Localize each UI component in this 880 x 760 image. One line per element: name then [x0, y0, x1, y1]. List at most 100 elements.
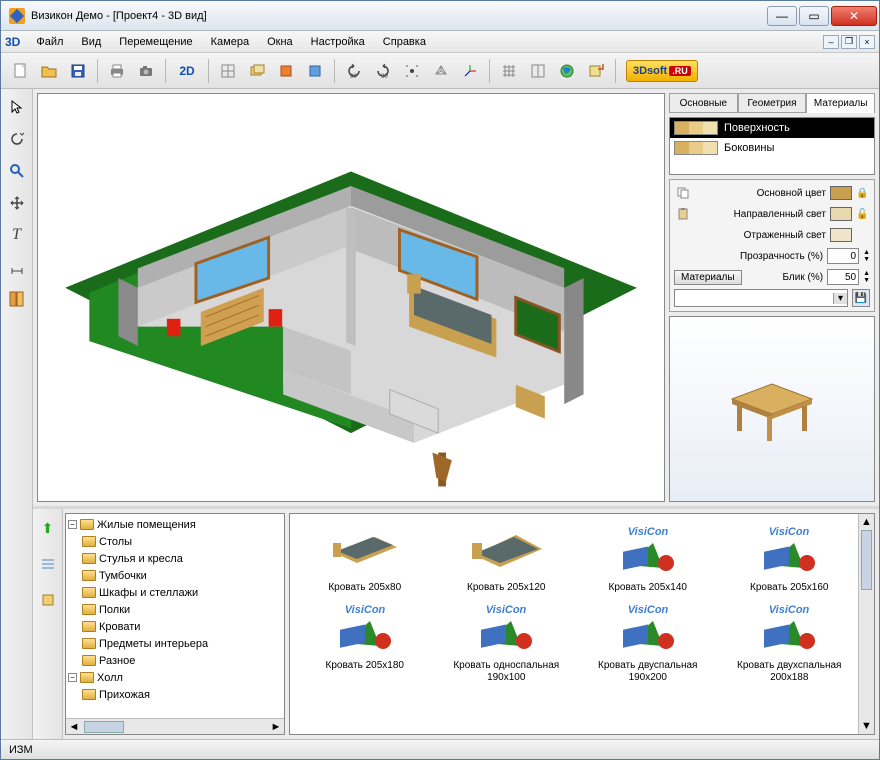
gloss-label: Блик (%) — [746, 272, 824, 283]
tree-node-hall[interactable]: −Холл — [68, 669, 282, 686]
library-item[interactable]: VisiCon Кровать двуспальная 190x200 — [581, 598, 715, 684]
collapse-icon[interactable]: − — [68, 673, 77, 682]
folder-icon — [82, 689, 96, 700]
tree-node-tables[interactable]: Столы — [68, 533, 282, 550]
measure-tool[interactable] — [5, 255, 29, 279]
materials-button[interactable]: Материалы — [674, 270, 742, 285]
mdi-minimize-button[interactable]: – — [823, 35, 839, 49]
spinner-buttons[interactable]: ▲▼ — [863, 270, 870, 284]
library-item[interactable]: VisiCon Кровать 205x160 — [723, 520, 857, 594]
menu-camera[interactable]: Камера — [203, 34, 257, 50]
svg-text:VisiCon: VisiCon — [486, 604, 527, 616]
lib-add-button[interactable] — [35, 587, 61, 613]
lock-icon[interactable]: 🔒 — [856, 188, 870, 199]
main-color-swatch[interactable] — [830, 186, 852, 200]
menu-windows[interactable]: Окна — [259, 34, 301, 50]
mdi-close-button[interactable]: × — [859, 35, 875, 49]
wireframe-button[interactable] — [428, 58, 454, 84]
grid-toggle-button[interactable] — [496, 58, 522, 84]
snapshot-button[interactable] — [133, 58, 159, 84]
tree-node-nightstands[interactable]: Тумбочки — [68, 567, 282, 584]
globe-button[interactable] — [554, 58, 580, 84]
menu-move[interactable]: Перемещение — [111, 34, 200, 50]
window-layout-button[interactable] — [525, 58, 551, 84]
tab-materials[interactable]: Материалы — [806, 93, 875, 113]
axes-button[interactable] — [457, 58, 483, 84]
select-tool[interactable] — [5, 95, 29, 119]
lib-up-button[interactable]: ⬆ — [35, 515, 61, 541]
save-material-button[interactable]: 💾 — [852, 289, 870, 307]
rotate-left-button[interactable]: 90 — [341, 58, 367, 84]
separator — [97, 59, 98, 83]
titlebar[interactable]: Визикон Демо - [Проект4 - 3D вид] — ▭ ✕ — [1, 1, 879, 31]
library-item[interactable]: Кровать 205x80 — [298, 520, 432, 594]
surface-row-top[interactable]: Поверхность — [670, 118, 874, 138]
dir-light-swatch[interactable] — [830, 207, 852, 221]
texture-dropdown[interactable] — [674, 289, 848, 307]
library-item[interactable]: VisiCon Кровать 205x180 — [298, 598, 432, 684]
maximize-button[interactable]: ▭ — [799, 6, 829, 26]
menu-view[interactable]: Вид — [73, 34, 109, 50]
print-button[interactable] — [104, 58, 130, 84]
tree-node-chairs[interactable]: Стулья и кресла — [68, 550, 282, 567]
snap-button[interactable] — [399, 58, 425, 84]
library-item[interactable]: VisiCon Кровать 205x140 — [581, 520, 715, 594]
grid-button[interactable] — [215, 58, 241, 84]
text-tool[interactable]: T — [5, 223, 29, 247]
export-button[interactable] — [583, 58, 609, 84]
tab-geometry[interactable]: Геометрия — [738, 93, 807, 113]
refl-light-swatch[interactable] — [830, 228, 852, 242]
tree-node-decor[interactable]: Предметы интерьера — [68, 635, 282, 652]
tree-node-beds[interactable]: Кровати — [68, 618, 282, 635]
folder-icon — [82, 604, 96, 615]
separator — [165, 59, 166, 83]
transparency-input[interactable] — [827, 248, 859, 264]
rotate-right-button[interactable]: 90 — [370, 58, 396, 84]
new-file-button[interactable] — [7, 58, 33, 84]
save-button[interactable] — [65, 58, 91, 84]
open-file-button[interactable] — [36, 58, 62, 84]
tree-hscrollbar[interactable]: ◄► — [66, 718, 284, 734]
swatch-icon — [674, 141, 718, 155]
view-2d-button[interactable]: 2D — [172, 58, 202, 84]
mdi-restore-button[interactable]: ❐ — [841, 35, 857, 49]
close-button[interactable]: ✕ — [831, 6, 877, 26]
copy-button[interactable] — [674, 184, 692, 202]
folder-icon — [82, 655, 96, 666]
brand-logo[interactable]: 3Dsoft.RU — [626, 60, 698, 82]
library-item[interactable]: VisiCon Кровать односпальная 190x100 — [440, 598, 574, 684]
tree-node-shelf[interactable]: Полки — [68, 601, 282, 618]
menu-settings[interactable]: Настройка — [303, 34, 373, 50]
tree-node-misc[interactable]: Разное — [68, 652, 282, 669]
tree-node-shelves[interactable]: Шкафы и стеллажи — [68, 584, 282, 601]
layers-button[interactable] — [244, 58, 270, 84]
door-tool[interactable] — [5, 287, 29, 311]
library-item[interactable]: Кровать 205x120 — [440, 520, 574, 594]
gloss-input[interactable] — [827, 269, 859, 285]
spinner-buttons[interactable]: ▲▼ — [863, 249, 870, 263]
tree-node-living[interactable]: −Жилые помещения — [68, 516, 282, 533]
library-vscrollbar[interactable]: ▲ ▼ — [858, 514, 874, 734]
surface-list[interactable]: Поверхность Боковины — [669, 117, 875, 175]
menu-help[interactable]: Справка — [375, 34, 434, 50]
orbit-tool[interactable] — [5, 127, 29, 151]
library-item[interactable]: VisiCon Кровать двухспальная 200x188 — [723, 598, 857, 684]
tree-node-entry[interactable]: Прихожая — [68, 686, 282, 703]
collapse-icon[interactable]: − — [68, 520, 77, 529]
folder-icon — [82, 587, 96, 598]
minimize-button[interactable]: — — [767, 6, 797, 26]
lib-list-button[interactable] — [35, 551, 61, 577]
surface-row-side[interactable]: Боковины — [670, 138, 874, 158]
menu-file[interactable]: Файл — [28, 34, 71, 50]
pan-tool[interactable] — [5, 191, 29, 215]
lock-icon[interactable]: 🔓 — [856, 209, 870, 220]
tree-label: Кровати — [99, 621, 140, 633]
preview-table-icon — [712, 364, 832, 454]
zoom-tool[interactable] — [5, 159, 29, 183]
layer-color-button[interactable] — [273, 58, 299, 84]
refl-light-label: Отраженный свет — [696, 230, 826, 241]
viewport-3d[interactable] — [37, 93, 665, 502]
tab-main[interactable]: Основные — [669, 93, 738, 113]
paste-button[interactable] — [674, 205, 692, 223]
layer-alt-button[interactable] — [302, 58, 328, 84]
